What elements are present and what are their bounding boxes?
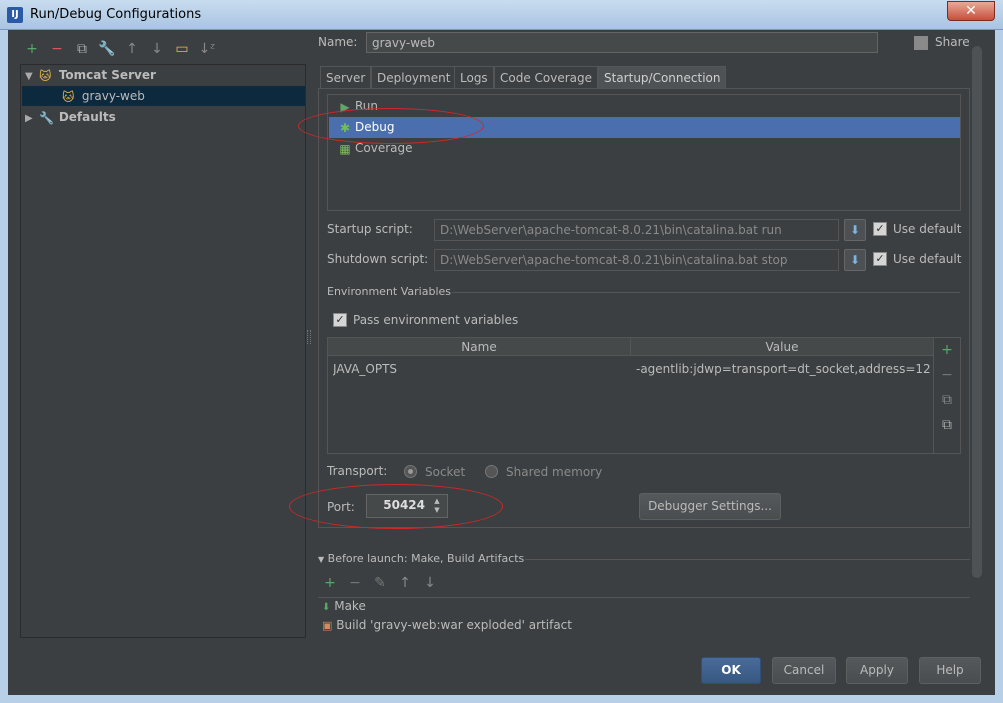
copy-config-icon[interactable]: ⧉ — [73, 40, 91, 58]
debugger-settings-button[interactable]: Debugger Settings... — [639, 493, 781, 520]
add-env-icon[interactable]: + — [939, 342, 955, 358]
list-item[interactable]: ▣ Build 'gravy-web:war exploded' artifac… — [322, 618, 572, 632]
env-header-name[interactable]: Name — [328, 338, 631, 356]
coverage-icon: ▦ — [339, 142, 351, 156]
tab-code-coverage[interactable]: Code Coverage — [494, 66, 599, 89]
close-window-button[interactable]: ✕ — [947, 1, 995, 21]
share-checkbox[interactable] — [914, 36, 928, 50]
env-separator — [452, 292, 960, 293]
folder-icon[interactable]: ▭ — [173, 40, 191, 58]
expanded-arrow-icon[interactable]: ▼ — [25, 67, 39, 87]
env-table[interactable]: Name Value JAVA_OPTS -agentlib:jdwp=tran… — [327, 337, 934, 454]
pass-env-label: Pass environment variables — [353, 313, 519, 327]
list-item[interactable]: ⬇ Make — [322, 599, 366, 613]
annotation-ellipse-debug — [298, 108, 484, 144]
collapse-arrow-icon[interactable]: ▼ — [318, 555, 324, 564]
tree-item-tomcat-server[interactable]: ▼ 🐱 Tomcat Server — [25, 65, 305, 85]
tab-startup-connection[interactable]: Startup/Connection — [598, 66, 727, 89]
apply-button[interactable]: Apply — [846, 657, 908, 684]
tab-deployment[interactable]: Deployment — [371, 66, 457, 89]
window-frame-bottom — [0, 695, 1003, 703]
window-frame-left — [0, 30, 8, 703]
env-section-title: Environment Variables — [327, 285, 452, 298]
shutdown-script-input[interactable] — [434, 249, 839, 271]
copy-env-icon[interactable]: ⧉ — [939, 392, 955, 408]
before-launch-separator — [525, 559, 970, 560]
shutdown-use-default-checkbox[interactable]: ✓ — [873, 252, 887, 266]
artifact-icon: ▣ — [322, 619, 333, 632]
edit-task-icon[interactable]: ✎ — [372, 575, 388, 591]
startup-script-label: Startup script: — [327, 222, 413, 236]
add-task-icon[interactable]: + — [322, 575, 338, 591]
before-launch-title[interactable]: ▼ Before launch: Make, Build Artifacts — [318, 552, 524, 565]
add-config-icon[interactable]: + — [23, 40, 41, 58]
sort-icon[interactable]: ↓ᶻ — [198, 40, 216, 58]
browse-startup-button[interactable]: ⬇ — [844, 219, 866, 241]
collapsed-arrow-icon[interactable]: ▶ — [25, 109, 39, 129]
remove-config-icon[interactable]: − — [48, 40, 66, 58]
browse-icon: ⬇ — [849, 223, 861, 237]
transport-label: Transport: — [327, 464, 388, 478]
app-icon: IJ — [7, 7, 23, 23]
wrench-icon: 🔧 — [39, 111, 54, 125]
shared-memory-radio[interactable] — [485, 465, 498, 478]
move-down-icon[interactable]: ↓ — [148, 40, 166, 58]
socket-label: Socket — [425, 465, 466, 479]
env-cell-name[interactable]: JAVA_OPTS — [333, 359, 628, 379]
name-label: Name: — [318, 35, 358, 49]
cancel-button[interactable]: Cancel — [772, 657, 836, 684]
window-title: Run/Debug Configurations — [30, 7, 202, 22]
wrench-icon[interactable]: 🔧 — [98, 40, 116, 58]
tree-item-label: Defaults — [58, 110, 116, 124]
tree-item-defaults[interactable]: ▶ 🔧 Defaults — [25, 107, 305, 127]
list-item-label: Make — [334, 599, 366, 613]
browse-icon: ⬇ — [849, 253, 861, 267]
env-header-value[interactable]: Value — [631, 338, 933, 356]
annotation-ellipse-port — [289, 484, 503, 529]
tomcat-icon: 🐱 — [62, 90, 75, 104]
list-item-label: Build 'gravy-web:war exploded' artifact — [336, 618, 572, 632]
shutdown-use-default-label: Use default — [893, 252, 962, 266]
tab-server[interactable]: Server — [320, 66, 372, 89]
pass-env-checkbox[interactable]: ✓ — [333, 313, 347, 327]
env-cell-value[interactable]: -agentlib:jdwp=transport=dt_socket,addre… — [636, 359, 930, 379]
startup-script-input[interactable] — [434, 219, 839, 241]
move-up-task-icon[interactable]: ↑ — [397, 575, 413, 591]
browse-shutdown-button[interactable]: ⬇ — [844, 249, 866, 271]
make-icon: ⬇ — [322, 602, 331, 613]
before-launch-list[interactable]: ⬇ Make ▣ Build 'gravy-web:war exploded' … — [318, 597, 970, 637]
window-frame-right — [995, 30, 1003, 703]
help-button[interactable]: Help — [919, 657, 981, 684]
ok-button[interactable]: OK — [701, 657, 761, 684]
share-label: Share — [935, 35, 970, 49]
move-up-icon[interactable]: ↑ — [123, 40, 141, 58]
splitter-handle[interactable] — [307, 330, 311, 344]
before-launch-label: Before launch: Make, Build Artifacts — [327, 552, 525, 565]
paste-env-icon[interactable]: ⧉ — [939, 417, 955, 433]
move-down-task-icon[interactable]: ↓ — [422, 575, 438, 591]
tab-logs[interactable]: Logs — [454, 66, 494, 89]
remove-env-icon[interactable]: − — [939, 367, 955, 383]
tree-item-gravy-web[interactable]: 🐱 gravy-web — [22, 86, 305, 106]
socket-radio[interactable] — [404, 465, 417, 478]
shared-memory-label: Shared memory — [506, 465, 603, 479]
startup-use-default-label: Use default — [893, 222, 962, 236]
startup-use-default-checkbox[interactable]: ✓ — [873, 222, 887, 236]
remove-task-icon[interactable]: − — [347, 575, 363, 591]
shutdown-script-label: Shutdown script: — [327, 252, 429, 266]
name-input[interactable] — [366, 32, 878, 53]
tree-item-label: gravy-web — [81, 89, 145, 103]
env-toolbar: + − ⧉ ⧉ — [934, 337, 961, 454]
tomcat-icon: 🐱 — [39, 69, 52, 83]
vertical-scrollbar[interactable] — [972, 46, 982, 578]
config-tree[interactable]: ▼ 🐱 Tomcat Server 🐱 gravy-web ▶ 🔧 Defaults — [20, 64, 306, 638]
tree-item-label: Tomcat Server — [58, 68, 156, 82]
